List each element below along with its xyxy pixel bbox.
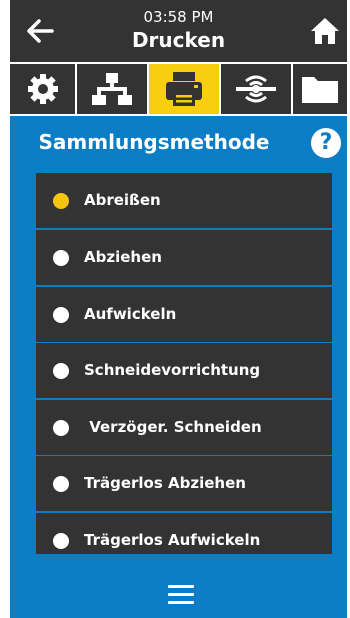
page-title: Drucken bbox=[131, 28, 226, 52]
option-label: Abreißen bbox=[84, 191, 161, 209]
tab-settings[interactable] bbox=[10, 64, 75, 114]
option-label: Abziehen bbox=[84, 248, 162, 266]
home-icon bbox=[311, 18, 339, 44]
radio-icon bbox=[53, 250, 69, 266]
header-bar: 03:58 PM Drucken bbox=[10, 0, 347, 62]
option-label: Trägerlos Aufwickeln bbox=[84, 531, 261, 549]
option-item[interactable]: Trägerlos Abziehen bbox=[36, 456, 332, 511]
option-item[interactable]: Aufwickeln bbox=[36, 287, 332, 342]
tab-rfid[interactable] bbox=[221, 64, 291, 114]
section-title: Sammlungsmethode bbox=[38, 130, 270, 154]
printer-icon bbox=[166, 72, 202, 106]
help-button[interactable]: ? bbox=[311, 128, 341, 158]
option-item[interactable]: Abreißen bbox=[36, 173, 332, 228]
tab-storage[interactable] bbox=[293, 64, 347, 114]
radio-selected-icon bbox=[53, 193, 69, 209]
rfid-icon bbox=[236, 75, 276, 103]
network-icon bbox=[92, 73, 132, 105]
radio-icon bbox=[53, 363, 69, 379]
radio-icon bbox=[53, 307, 69, 323]
clock: 03:58 PM bbox=[143, 8, 214, 26]
radio-icon bbox=[53, 533, 69, 549]
radio-icon bbox=[53, 420, 69, 436]
gear-icon bbox=[27, 74, 58, 104]
folder-icon bbox=[302, 77, 338, 103]
radio-icon bbox=[53, 476, 69, 492]
option-item[interactable]: Schneidevorrichtung bbox=[36, 343, 332, 398]
option-item[interactable]: Abziehen bbox=[36, 230, 332, 285]
screen: 03:58 PM Drucken Sammlungsmethode ? Abre… bbox=[10, 0, 347, 618]
tab-network[interactable] bbox=[77, 64, 147, 114]
tab-bar bbox=[10, 62, 347, 116]
option-label: Aufwickeln bbox=[84, 305, 177, 323]
option-item[interactable]: Trägerlos Aufwickeln bbox=[36, 513, 332, 554]
option-list[interactable]: Abreißen Abziehen Aufwickeln Schneidevor… bbox=[36, 173, 332, 554]
option-label: Schneidevorrichtung bbox=[84, 361, 261, 379]
option-item[interactable]: Verzöger. Schneiden bbox=[36, 400, 332, 455]
tab-print[interactable] bbox=[149, 64, 219, 114]
hamburger-menu-icon[interactable] bbox=[168, 585, 194, 605]
option-label: Verzöger. Schneiden bbox=[84, 418, 262, 436]
home-button[interactable] bbox=[308, 14, 342, 48]
option-label: Trägerlos Abziehen bbox=[84, 474, 246, 492]
